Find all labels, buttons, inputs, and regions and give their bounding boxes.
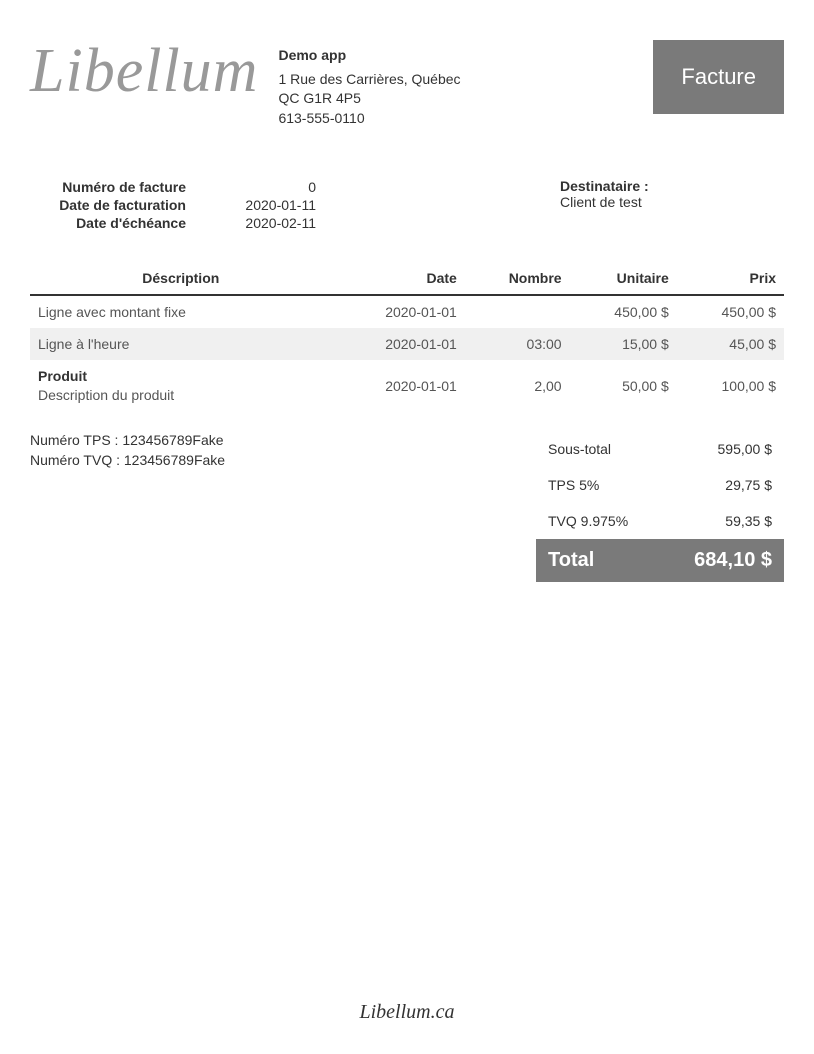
- invoice-meta: Numéro de facture 0 Date de facturation …: [30, 178, 320, 232]
- cell-description: Produit Description du produit: [30, 360, 332, 411]
- label-due-date: Date d'échéance: [30, 214, 190, 232]
- line-items-table: Déscription Date Nombre Unitaire Prix Li…: [30, 262, 784, 411]
- subtotal-label: Sous-total: [548, 441, 611, 457]
- table-row: Ligne avec montant fixe 2020-01-01 450,0…: [30, 295, 784, 328]
- table-row: Produit Description du produit 2020-01-0…: [30, 360, 784, 411]
- cell-description: Ligne à l'heure: [30, 328, 332, 360]
- item-title: Produit: [38, 368, 324, 384]
- total-label: Total: [548, 549, 594, 572]
- table-row: Ligne à l'heure 2020-01-01 03:00 15,00 $…: [30, 328, 784, 360]
- tax-numbers: Numéro TPS : 123456789Fake Numéro TVQ : …: [30, 431, 536, 582]
- page-footer: Libellum.ca: [0, 1001, 814, 1024]
- tps-number: Numéro TPS : 123456789Fake: [30, 431, 536, 451]
- page-header: Libellum Demo app 1 Rue des Carrières, Q…: [30, 40, 784, 128]
- document-type-badge: Facture: [653, 40, 784, 114]
- value-invoice-date: 2020-01-11: [190, 196, 320, 214]
- cell-number: 2,00: [465, 360, 570, 411]
- meta-section: Numéro de facture 0 Date de facturation …: [30, 178, 784, 232]
- cell-date: 2020-01-01: [332, 360, 465, 411]
- value-invoice-number: 0: [190, 178, 320, 196]
- cell-price: 450,00 $: [677, 295, 784, 328]
- cell-price: 100,00 $: [677, 360, 784, 411]
- cell-unit: 15,00 $: [570, 328, 677, 360]
- total-value: 684,10 $: [694, 549, 772, 572]
- company-phone: 613-555-0110: [278, 109, 653, 129]
- cell-date: 2020-01-01: [332, 328, 465, 360]
- value-due-date: 2020-02-11: [190, 214, 320, 232]
- cell-price: 45,00 $: [677, 328, 784, 360]
- tps-label: TPS 5%: [548, 477, 599, 493]
- company-name: Demo app: [278, 46, 653, 66]
- recipient-label: Destinataire :: [560, 178, 784, 194]
- company-info: Demo app 1 Rue des Carrières, Québec QC …: [278, 40, 653, 128]
- cell-description: Ligne avec montant fixe: [30, 295, 332, 328]
- cell-number: [465, 295, 570, 328]
- label-invoice-date: Date de facturation: [30, 196, 190, 214]
- tps-row: TPS 5% 29,75 $: [536, 467, 784, 503]
- tvq-row: TVQ 9.975% 59,35 $: [536, 503, 784, 539]
- col-price: Prix: [677, 262, 784, 295]
- tvq-label: TVQ 9.975%: [548, 513, 628, 529]
- cell-unit: 450,00 $: [570, 295, 677, 328]
- bottom-section: Numéro TPS : 123456789Fake Numéro TVQ : …: [30, 431, 784, 582]
- recipient-name: Client de test: [560, 194, 784, 210]
- tps-value: 29,75 $: [725, 477, 772, 493]
- total-row: Total 684,10 $: [536, 539, 784, 582]
- col-date: Date: [332, 262, 465, 295]
- tvq-number: Numéro TVQ : 123456789Fake: [30, 451, 536, 471]
- col-unit: Unitaire: [570, 262, 677, 295]
- subtotal-row: Sous-total 595,00 $: [536, 431, 784, 467]
- col-description: Déscription: [30, 262, 332, 295]
- tvq-value: 59,35 $: [725, 513, 772, 529]
- item-description: Description du produit: [38, 387, 324, 403]
- cell-number: 03:00: [465, 328, 570, 360]
- cell-unit: 50,00 $: [570, 360, 677, 411]
- logo: Libellum: [30, 40, 258, 102]
- cell-date: 2020-01-01: [332, 295, 465, 328]
- recipient-block: Destinataire : Client de test: [320, 178, 784, 232]
- totals-block: Sous-total 595,00 $ TPS 5% 29,75 $ TVQ 9…: [536, 431, 784, 582]
- col-number: Nombre: [465, 262, 570, 295]
- company-address-line-2: QC G1R 4P5: [278, 89, 653, 109]
- label-invoice-number: Numéro de facture: [30, 178, 190, 196]
- subtotal-value: 595,00 $: [718, 441, 773, 457]
- company-address-line-1: 1 Rue des Carrières, Québec: [278, 70, 653, 90]
